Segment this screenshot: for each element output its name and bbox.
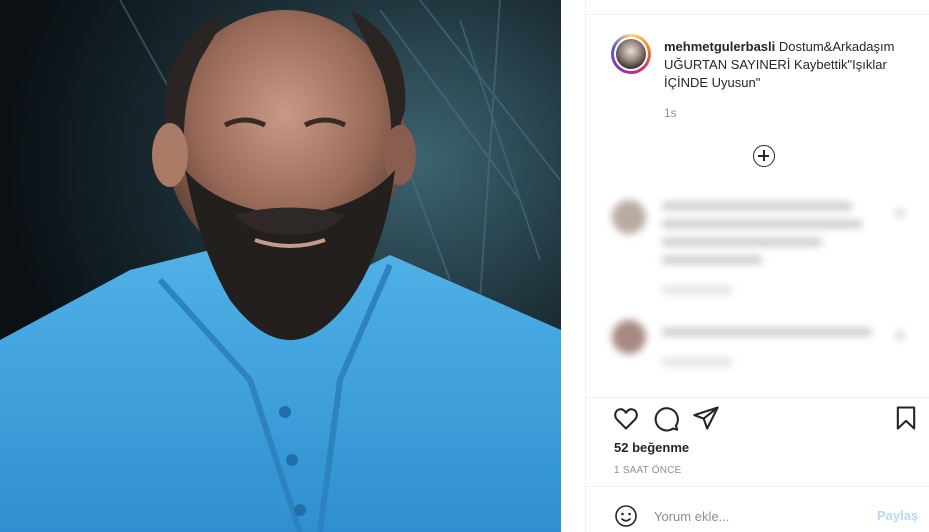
- divider: [586, 397, 929, 398]
- heart-icon[interactable]: [895, 330, 905, 340]
- comment-text-line: [662, 256, 762, 264]
- bookmark-icon[interactable]: [892, 404, 920, 432]
- smiley-icon[interactable]: [614, 504, 638, 528]
- divider: [586, 486, 929, 487]
- comment-avatar: [612, 200, 646, 234]
- avatar-image: [616, 39, 646, 69]
- comment-text-line: [662, 238, 822, 246]
- comment-meta: [662, 358, 732, 366]
- heart-icon[interactable]: [612, 404, 640, 432]
- caption-time[interactable]: 1s: [664, 106, 677, 120]
- paper-plane-icon[interactable]: [692, 404, 720, 432]
- heart-icon[interactable]: [895, 208, 905, 218]
- panel-header: [586, 0, 929, 15]
- comment-text-line: [662, 220, 862, 228]
- post-caption: mehmetgulerbasli Dostum&Arkadaşım UĞURTA…: [664, 38, 904, 92]
- post-photo[interactable]: [0, 0, 561, 532]
- comment-list: [612, 190, 922, 395]
- like-count[interactable]: 52 beğenme: [614, 440, 689, 455]
- comment-input[interactable]: [654, 502, 854, 530]
- post-side-panel: mehmetgulerbasli Dostum&Arkadaşım UĞURTA…: [585, 0, 929, 532]
- post-comment-button[interactable]: Paylaş: [877, 508, 918, 523]
- avatar[interactable]: [611, 34, 651, 74]
- comment-avatar: [612, 320, 646, 354]
- avatar-frame: [614, 37, 648, 71]
- photo-illustration: [0, 0, 561, 532]
- comment-bubble-icon[interactable]: [652, 404, 680, 432]
- comment-text-line: [662, 328, 872, 336]
- comment-text-line: [662, 202, 852, 210]
- username-link[interactable]: mehmetgulerbasli: [664, 39, 775, 54]
- comment-meta: [662, 286, 732, 294]
- photo-gap: [561, 0, 585, 532]
- post-date: 1 SAAT ÖNCE: [614, 465, 682, 476]
- plus-circle-icon[interactable]: [753, 145, 775, 167]
